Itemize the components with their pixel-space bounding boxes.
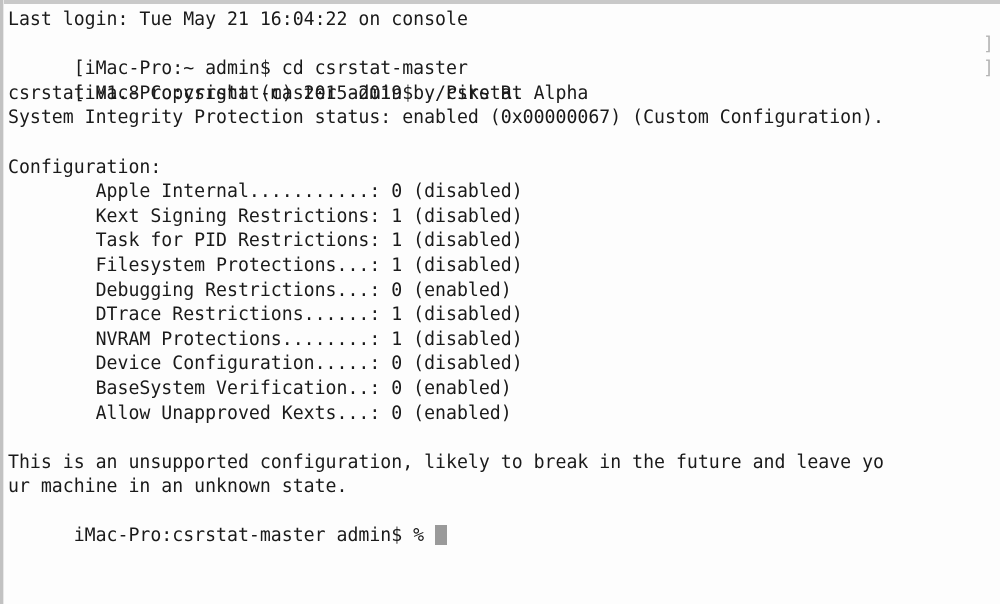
terminal-line-command-cd: [iMac-Pro:~ admin$ cd csrstat-master ] xyxy=(8,33,1000,80)
config-row-dtrace-restrictions: DTrace Restrictions......: 1 (disabled) xyxy=(8,304,523,326)
config-row-apple-internal: Apple Internal...........: 0 (disabled) xyxy=(8,181,523,203)
shell-prompt-text: iMac-Pro:csrstat-master admin$ % xyxy=(73,525,436,547)
config-row-device-configuration: Device Configuration.....: 0 (disabled) xyxy=(8,353,523,375)
prompt-close-bracket: ] xyxy=(983,58,994,80)
config-row-filesystem-protections: Filesystem Protections...: 1 (disabled) xyxy=(8,254,523,276)
config-row-task-for-pid-restrictions: Task for PID Restrictions: 1 (disabled) xyxy=(8,230,523,252)
prompt-close-bracket: ] xyxy=(983,33,994,55)
terminal-line-warning-part-2: ur machine in an unknown state. xyxy=(8,476,348,498)
config-row-debugging-restrictions: Debugging Restrictions...: 0 (enabled) xyxy=(8,279,512,301)
terminal-line-version: csrstat v1.8 Copyright (c) 2015-2019 by … xyxy=(8,82,589,104)
terminal-output-area[interactable]: Last login: Tue May 21 16:04:22 on conso… xyxy=(4,4,1000,604)
terminal-line-command-csrstat: [iMac-Pro:csrstat-master admin$ ./csrsta… xyxy=(8,57,1000,104)
terminal-line-active-prompt[interactable]: iMac-Pro:csrstat-master admin$ % xyxy=(8,500,1000,546)
terminal-line-warning-part-1: This is an unsupported configuration, li… xyxy=(8,451,884,473)
config-row-nvram-protections: NVRAM Protections........: 1 (disabled) xyxy=(8,328,523,350)
config-row-kext-signing-restrictions: Kext Signing Restrictions: 1 (disabled) xyxy=(8,205,523,227)
terminal-line-configuration-heading: Configuration: xyxy=(8,156,162,178)
config-row-allow-unapproved-kexts: Allow Unapproved Kexts...: 0 (enabled) xyxy=(8,402,512,424)
terminal-line-sip-status: System Integrity Protection status: enab… xyxy=(8,107,884,129)
config-row-basesystem-verification: BaseSystem Verification..: 0 (enabled) xyxy=(8,377,512,399)
terminal-line-last-login: Last login: Tue May 21 16:04:22 on conso… xyxy=(8,9,468,30)
text-cursor xyxy=(435,525,447,546)
terminal-window[interactable]: Last login: Tue May 21 16:04:22 on conso… xyxy=(0,0,1000,604)
